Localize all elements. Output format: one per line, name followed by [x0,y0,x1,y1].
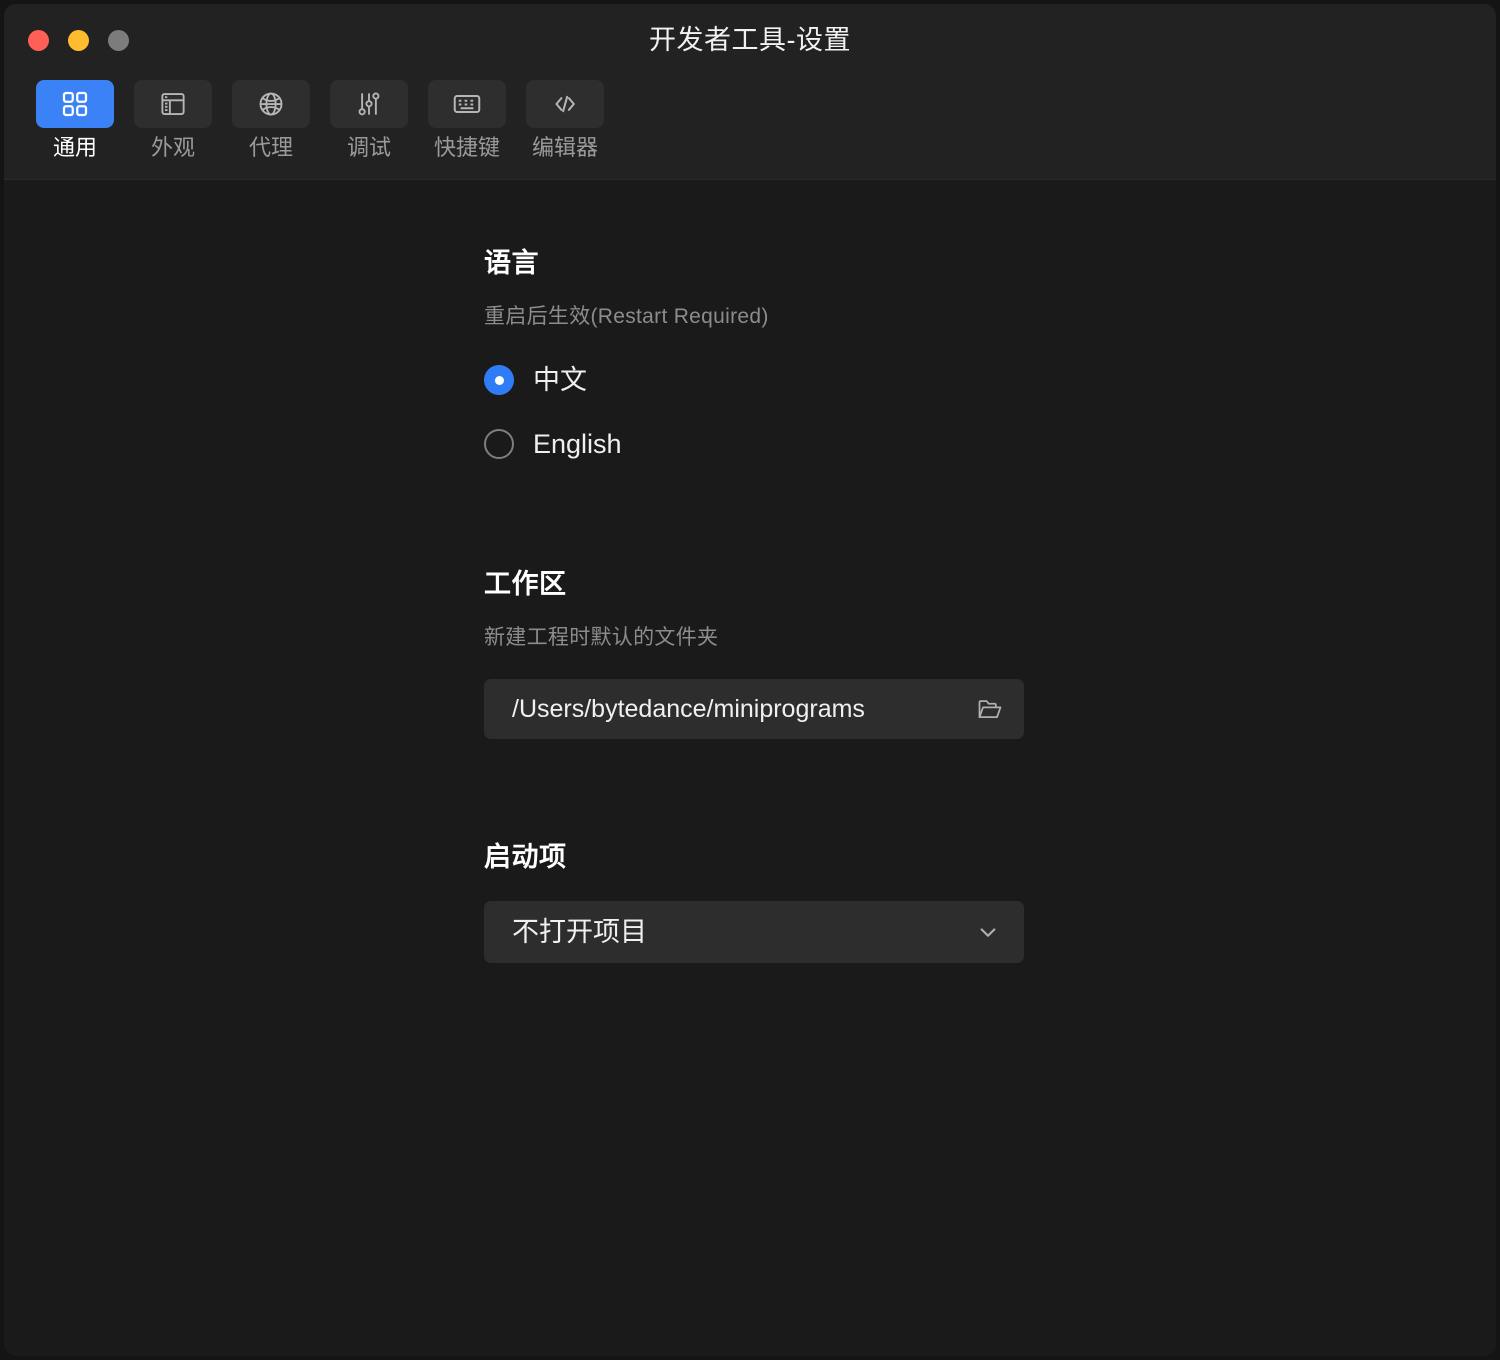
minimize-button[interactable] [68,30,89,51]
workspace-subtitle: 新建工程时默认的文件夹 [484,627,1024,648]
keyboard-icon [428,80,506,128]
language-subtitle: 重启后生效(Restart Required) [484,306,1024,327]
section-language: 语言 重启后生效(Restart Required) 中文 English [484,180,1024,465]
layout-icon [134,80,212,128]
startup-select[interactable]: 不打开项目 [484,901,1024,963]
settings-content: 语言 重启后生效(Restart Required) 中文 English [4,180,1496,1356]
section-startup: 启动项 不打开项目 [484,739,1024,963]
tab-appearance-label: 外观 [151,137,195,159]
language-title: 语言 [484,250,1024,277]
language-option-chinese[interactable]: 中文 [484,359,1024,401]
startup-title: 启动项 [484,844,1024,871]
chevron-down-icon[interactable] [964,918,1002,946]
tab-general[interactable]: 通用 [26,76,124,159]
startup-select-field: 不打开项目 [484,901,1024,963]
workspace-title: 工作区 [484,571,1024,598]
language-radio-group: 中文 English [484,359,1024,465]
language-option-english-label: English [533,431,622,458]
grid-icon [36,80,114,128]
tab-editor[interactable]: 编辑器 [516,76,614,159]
language-option-chinese-label: 中文 [533,367,587,394]
tab-debug[interactable]: 调试 [320,76,418,159]
tab-general-label: 通用 [53,137,97,159]
radio-mark-chinese[interactable] [484,365,514,395]
code-icon [526,80,604,128]
close-button[interactable] [28,30,49,51]
settings-tab-strip: 通用 外观 [4,76,1496,180]
tab-shortcuts[interactable]: 快捷键 [418,76,516,159]
radio-mark-english[interactable] [484,429,514,459]
workspace-path-value[interactable]: /Users/bytedance/miniprograms [512,697,966,722]
tab-appearance[interactable]: 外观 [124,76,222,159]
title-bar: 开发者工具-设置 [4,4,1496,76]
tab-proxy[interactable]: 代理 [222,76,320,159]
workspace-path-input[interactable]: /Users/bytedance/miniprograms [484,679,1024,739]
language-option-english[interactable]: English [484,423,1024,465]
maximize-button[interactable] [108,30,129,51]
globe-icon [232,80,310,128]
window-controls [28,30,129,51]
section-workspace: 工作区 新建工程时默认的文件夹 /Users/bytedance/minipro… [484,465,1024,739]
tab-editor-label: 编辑器 [532,137,598,159]
tab-shortcuts-label: 快捷键 [434,137,500,159]
startup-select-value: 不打开项目 [512,919,964,946]
radio-dot [495,376,504,385]
window-title: 开发者工具-设置 [4,4,1496,76]
tab-debug-label: 调试 [347,137,391,159]
workspace-path-field: /Users/bytedance/miniprograms [484,679,1024,739]
settings-window: 开发者工具-设置 通用 [4,4,1496,1356]
general-settings-panel: 语言 重启后生效(Restart Required) 中文 English [484,180,1024,963]
sliders-icon [330,80,408,128]
tab-proxy-label: 代理 [249,137,293,159]
open-folder-icon[interactable] [966,695,1004,723]
